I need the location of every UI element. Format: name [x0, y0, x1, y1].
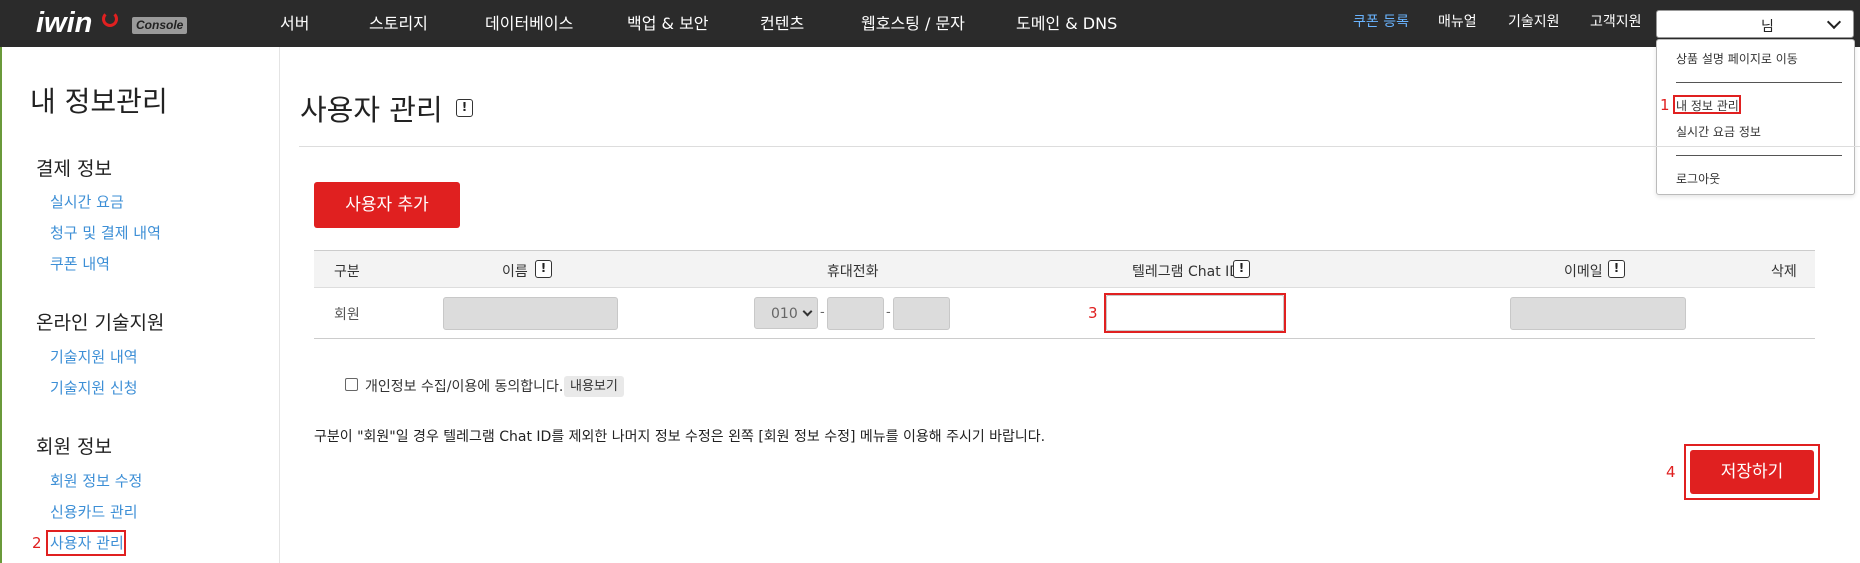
view-terms-button[interactable]: 내용보기	[564, 376, 624, 397]
notice-text: 구분이 "회원"일 경우 텔레그램 Chat ID를 제외한 나머지 정보 수정…	[314, 429, 1046, 445]
sidebar: 내 정보관리 결제 정보 실시간 요금 청구 및 결제 내역 쿠폰 내역 온라인…	[0, 47, 280, 563]
row-type-value: 회원	[334, 307, 360, 323]
dropdown-item-logout[interactable]: 로그아웃	[1676, 170, 1720, 187]
nav-storage[interactable]: 스토리지	[369, 0, 428, 47]
sidebar-item-edit-member-info[interactable]: 회원 정보 수정	[50, 470, 142, 491]
phone-last-field[interactable]	[893, 297, 950, 330]
info-icon[interactable]: !	[1233, 260, 1250, 278]
column-type: 구분	[334, 264, 360, 280]
coupon-register-link[interactable]: 쿠폰 등록	[1353, 0, 1409, 47]
annotation-box-4	[1684, 444, 1820, 500]
phone-prefix-select[interactable]: 010	[754, 297, 818, 329]
chevron-down-icon	[802, 306, 813, 317]
sidebar-item-credit-card[interactable]: 신용카드 관리	[50, 501, 138, 522]
phone-prefix-value: 010	[771, 306, 798, 322]
top-navigation-bar: iwin Console 서버 스토리지 데이터베이스 백업 & 보안 컨텐츠 …	[0, 0, 1860, 47]
sidebar-item-billing-history[interactable]: 청구 및 결제 내역	[50, 222, 161, 243]
user-table-header: 구분 이름 ! 휴대전화 텔레그램 Chat ID ! 이메일 ! 삭제	[314, 250, 1815, 288]
dropdown-divider	[1676, 155, 1842, 156]
sidebar-item-realtime-billing[interactable]: 실시간 요금	[50, 191, 124, 212]
sidebar-item-support-request[interactable]: 기술지원 신청	[50, 377, 138, 398]
sidebar-group-billing: 결제 정보	[36, 158, 112, 180]
info-icon[interactable]: !	[456, 99, 473, 117]
page-title: 사용자 관리	[300, 93, 443, 127]
annotation-box-3	[1104, 293, 1286, 333]
sidebar-item-support-history[interactable]: 기술지원 내역	[50, 346, 138, 367]
dropdown-divider	[1676, 82, 1842, 83]
info-icon[interactable]: !	[535, 260, 552, 278]
nav-contents[interactable]: 컨텐츠	[760, 0, 804, 47]
phone-separator: -	[820, 305, 825, 320]
user-dropdown-menu: 상품 설명 페이지로 이동 내 정보 관리 실시간 요금 정보 로그아웃	[1656, 39, 1855, 195]
sidebar-item-coupon-history[interactable]: 쿠폰 내역	[50, 253, 110, 274]
column-delete: 삭제	[1771, 264, 1797, 280]
annotation-step-2: 2	[32, 534, 42, 552]
add-user-button[interactable]: 사용자 추가	[314, 182, 460, 228]
phone-middle-field[interactable]	[827, 297, 884, 330]
annotation-box-1	[1673, 95, 1741, 114]
chevron-down-icon	[1826, 14, 1842, 30]
info-icon[interactable]: !	[1608, 260, 1625, 278]
annotation-box-2	[46, 530, 126, 556]
annotation-step-4: 4	[1666, 463, 1676, 481]
annotation-step-3: 3	[1088, 304, 1098, 322]
customer-support-link[interactable]: 고객지원	[1590, 0, 1642, 47]
phone-separator: -	[886, 305, 891, 320]
dropdown-item-product-page[interactable]: 상품 설명 페이지로 이동	[1676, 50, 1798, 67]
consent-label: 개인정보 수집/이용에 동의합니다.	[365, 379, 564, 395]
title-divider	[299, 146, 1860, 147]
user-name: 님	[1761, 19, 1774, 35]
nav-backup-security[interactable]: 백업 & 보안	[627, 0, 709, 47]
sidebar-group-member-info: 회원 정보	[36, 436, 112, 458]
column-name: 이름	[502, 264, 528, 280]
annotation-step-1: 1	[1660, 96, 1670, 114]
user-menu-select[interactable]: 님	[1656, 10, 1854, 38]
sidebar-title: 내 정보관리	[30, 85, 168, 118]
sidebar-group-tech-support: 온라인 기술지원	[36, 312, 165, 334]
nav-server[interactable]: 서버	[280, 0, 309, 47]
consent-checkbox[interactable]	[345, 378, 358, 391]
console-badge: Console	[132, 17, 188, 34]
tech-support-link[interactable]: 기술지원	[1508, 0, 1560, 47]
column-email: 이메일	[1564, 264, 1603, 280]
dropdown-item-realtime-billing[interactable]: 실시간 요금 정보	[1676, 123, 1761, 140]
nav-database[interactable]: 데이터베이스	[485, 0, 573, 47]
column-phone: 휴대전화	[827, 264, 879, 280]
nav-domain-dns[interactable]: 도메인 & DNS	[1016, 0, 1117, 47]
column-telegram-chat-id: 텔레그램 Chat ID	[1132, 264, 1241, 280]
power-icon	[102, 11, 118, 27]
nav-webhosting-sms[interactable]: 웹호스팅 / 문자	[861, 0, 965, 47]
name-field[interactable]	[443, 297, 618, 330]
manual-link[interactable]: 매뉴얼	[1438, 0, 1477, 47]
logo-text: iwin	[36, 7, 93, 39]
email-field[interactable]	[1510, 297, 1686, 330]
